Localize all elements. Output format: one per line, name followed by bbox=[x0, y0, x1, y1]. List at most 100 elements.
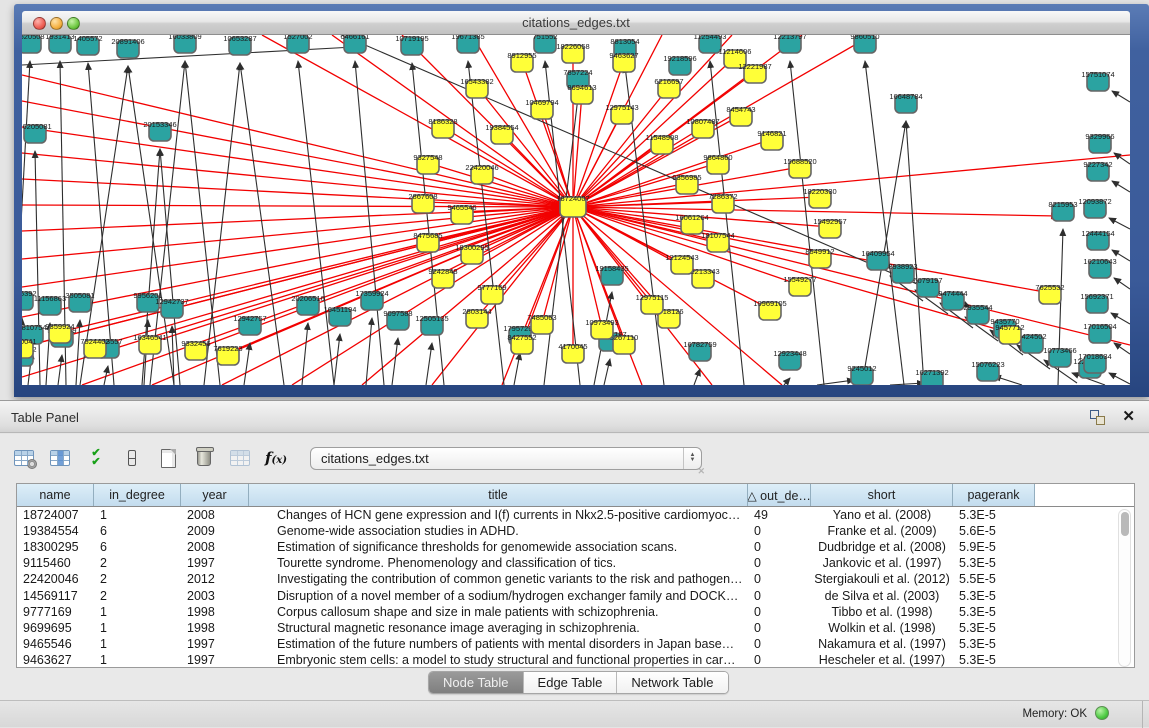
graph-node-label: 17018634 bbox=[1078, 352, 1111, 361]
cell-name: 9463627 bbox=[17, 653, 94, 667]
graph-node-label: 9332456 bbox=[181, 339, 210, 348]
cell-in_degree: 6 bbox=[94, 524, 181, 538]
table-row[interactable]: 1938455462009Genome-wide association stu… bbox=[17, 523, 1134, 539]
graph-node-label: 12213797 bbox=[773, 35, 806, 41]
column-header-year[interactable]: year bbox=[181, 484, 249, 506]
graph-node-label: 8215953 bbox=[1048, 200, 1077, 209]
graph-node-label: 1810754 bbox=[22, 323, 47, 332]
graph-node-label: 8186328 bbox=[428, 117, 457, 126]
graph-node-label: 3505081 bbox=[65, 291, 94, 300]
function-builder-icon[interactable]: f(x) bbox=[262, 444, 290, 472]
citation-edge-red bbox=[573, 93, 582, 207]
cell-in_degree: 2 bbox=[94, 589, 181, 603]
table-row[interactable]: 946554611997Estimation of the future num… bbox=[17, 636, 1134, 652]
vertical-scrollbar[interactable] bbox=[1118, 509, 1131, 667]
graph-node-label: 2803144 bbox=[462, 307, 491, 316]
table-row[interactable]: 2242004622012Investigating the contribut… bbox=[17, 571, 1134, 587]
graph-node-label: 15692371 bbox=[1080, 292, 1113, 301]
table-panel-header: Table Panel ✕ bbox=[0, 400, 1149, 433]
graph-node-label: 9777169 bbox=[477, 283, 506, 292]
cell-pagerank: 5.3E-5 bbox=[953, 637, 1035, 651]
cell-short: de Silva et al. (2003) bbox=[811, 589, 953, 603]
table-row[interactable]: 977716911998Corpus callosum shape and si… bbox=[17, 604, 1134, 620]
graph-node-label: 9242848 bbox=[428, 267, 457, 276]
graph-node-label: 8427552 bbox=[507, 333, 536, 342]
table-selector-dropdown[interactable]: citations_edges.txt ▲▼ bbox=[310, 447, 702, 470]
cell-title: Estimation of the future numbers of pati… bbox=[249, 637, 748, 651]
citation-edge-black bbox=[604, 359, 610, 385]
graph-node-label: 11214606 bbox=[719, 47, 752, 56]
citation-edge-black bbox=[366, 318, 372, 385]
citation-edge-black bbox=[906, 121, 924, 385]
cell-pagerank: 5.3E-5 bbox=[953, 589, 1035, 603]
cell-out_degree: 0 bbox=[748, 653, 811, 667]
column-header-name[interactable]: name bbox=[17, 484, 94, 506]
cell-pagerank: 5.6E-5 bbox=[953, 524, 1035, 538]
graph-node-label: 7290041 bbox=[22, 337, 37, 346]
network-canvas[interactable]: 2620508193141314055722089140616033809106… bbox=[22, 35, 1130, 385]
graph-node-label: 6079197 bbox=[913, 276, 942, 285]
column-header-title[interactable]: title bbox=[249, 484, 748, 506]
table-row[interactable]: 969969511998Structural magnetic resonanc… bbox=[17, 620, 1134, 636]
memory-status-icon[interactable] bbox=[1095, 706, 1109, 720]
graph-node-label: 8549912 bbox=[805, 247, 834, 256]
column-header-pagerank[interactable]: pagerank bbox=[953, 484, 1035, 506]
float-panel-icon[interactable] bbox=[1090, 410, 1105, 425]
cell-out_degree: 0 bbox=[748, 589, 811, 603]
column-header-short[interactable]: short bbox=[811, 484, 953, 506]
graph-node-label: 9860510 bbox=[850, 35, 879, 41]
graph-node-label: 10773466 bbox=[1043, 346, 1076, 355]
column-header-in_degree[interactable]: in_degree bbox=[94, 484, 181, 506]
citation-edge-red bbox=[222, 207, 573, 385]
graph-node-label: 9474444 bbox=[938, 289, 967, 298]
close-panel-icon[interactable]: ✕ bbox=[1122, 407, 1135, 425]
cell-out_degree: 0 bbox=[748, 621, 811, 635]
graph-node-label: 15688520 bbox=[783, 157, 816, 166]
delete-column-icon: ✕ bbox=[226, 444, 254, 472]
table-row[interactable]: 1456911722003Disruption of a novel membe… bbox=[17, 587, 1134, 603]
graph-node-label: 2620508 bbox=[22, 35, 45, 41]
tab-network-table[interactable]: Network Table bbox=[617, 672, 727, 693]
column-header-filler bbox=[1035, 484, 1134, 506]
graph-node-label: 9356985 bbox=[672, 173, 701, 182]
tab-edge-table[interactable]: Edge Table bbox=[524, 672, 618, 693]
graph-node-label: 8694613 bbox=[567, 83, 596, 92]
cell-name: 22420046 bbox=[17, 572, 94, 586]
graph-node-label: 17359924 bbox=[355, 289, 388, 298]
citation-edge-red bbox=[22, 101, 573, 207]
citation-edge-black bbox=[514, 353, 520, 385]
table-row[interactable]: 1872400712008Changes of HCN gene express… bbox=[17, 507, 1134, 523]
table-options-icon[interactable] bbox=[10, 444, 38, 472]
graph-node-label: 18724007 bbox=[556, 194, 589, 203]
graph-node-label: 10973493 bbox=[585, 318, 618, 327]
graph-node-label: 19218596 bbox=[663, 54, 696, 63]
citation-edge-black bbox=[784, 378, 790, 385]
table-row[interactable]: 1830029562008Estimation of significance … bbox=[17, 539, 1134, 555]
status-bar: Memory: OK bbox=[0, 700, 1149, 727]
graph-node-label: 9463627 bbox=[609, 51, 638, 60]
cell-name: 9777169 bbox=[17, 605, 94, 619]
scrollbar-thumb[interactable] bbox=[1121, 512, 1129, 536]
table-row[interactable]: 946362711997Embryonic stem cells: a mode… bbox=[17, 652, 1134, 668]
graph-node-label: 16409954 bbox=[861, 249, 894, 258]
graph-node-label: 16210643 bbox=[1083, 257, 1116, 266]
row-options-icon[interactable] bbox=[118, 444, 146, 472]
column-header-out_degree[interactable]: △ out_de… bbox=[748, 484, 811, 506]
cell-name: 18300295 bbox=[17, 540, 94, 554]
network-window-titlebar[interactable]: citations_edges.txt bbox=[22, 11, 1130, 35]
graph-node-label: 12975143 bbox=[605, 103, 638, 112]
cell-in_degree: 6 bbox=[94, 540, 181, 554]
delete-table-icon[interactable] bbox=[190, 444, 218, 472]
citation-edge-black bbox=[392, 338, 398, 385]
cell-name: 9465546 bbox=[17, 637, 94, 651]
cell-title: Genome-wide association studies in ADHD. bbox=[249, 524, 748, 538]
show-columns-icon[interactable] bbox=[46, 444, 74, 472]
table-row[interactable]: 911546021997Tourette syndrome. Phenomeno… bbox=[17, 555, 1134, 571]
graph-node-label: 16451194 bbox=[324, 305, 357, 314]
cell-title: Embryonic stem cells: a model to study s… bbox=[249, 653, 748, 667]
cell-year: 2009 bbox=[181, 524, 249, 538]
new-table-icon[interactable] bbox=[154, 444, 182, 472]
select-columns-icon[interactable]: ✔✔ bbox=[82, 444, 110, 472]
tab-node-table[interactable]: Node Table bbox=[429, 672, 524, 693]
table-toolbar: ✔✔ ✕ f(x) citations_edges.txt ▲▼ bbox=[10, 442, 702, 474]
